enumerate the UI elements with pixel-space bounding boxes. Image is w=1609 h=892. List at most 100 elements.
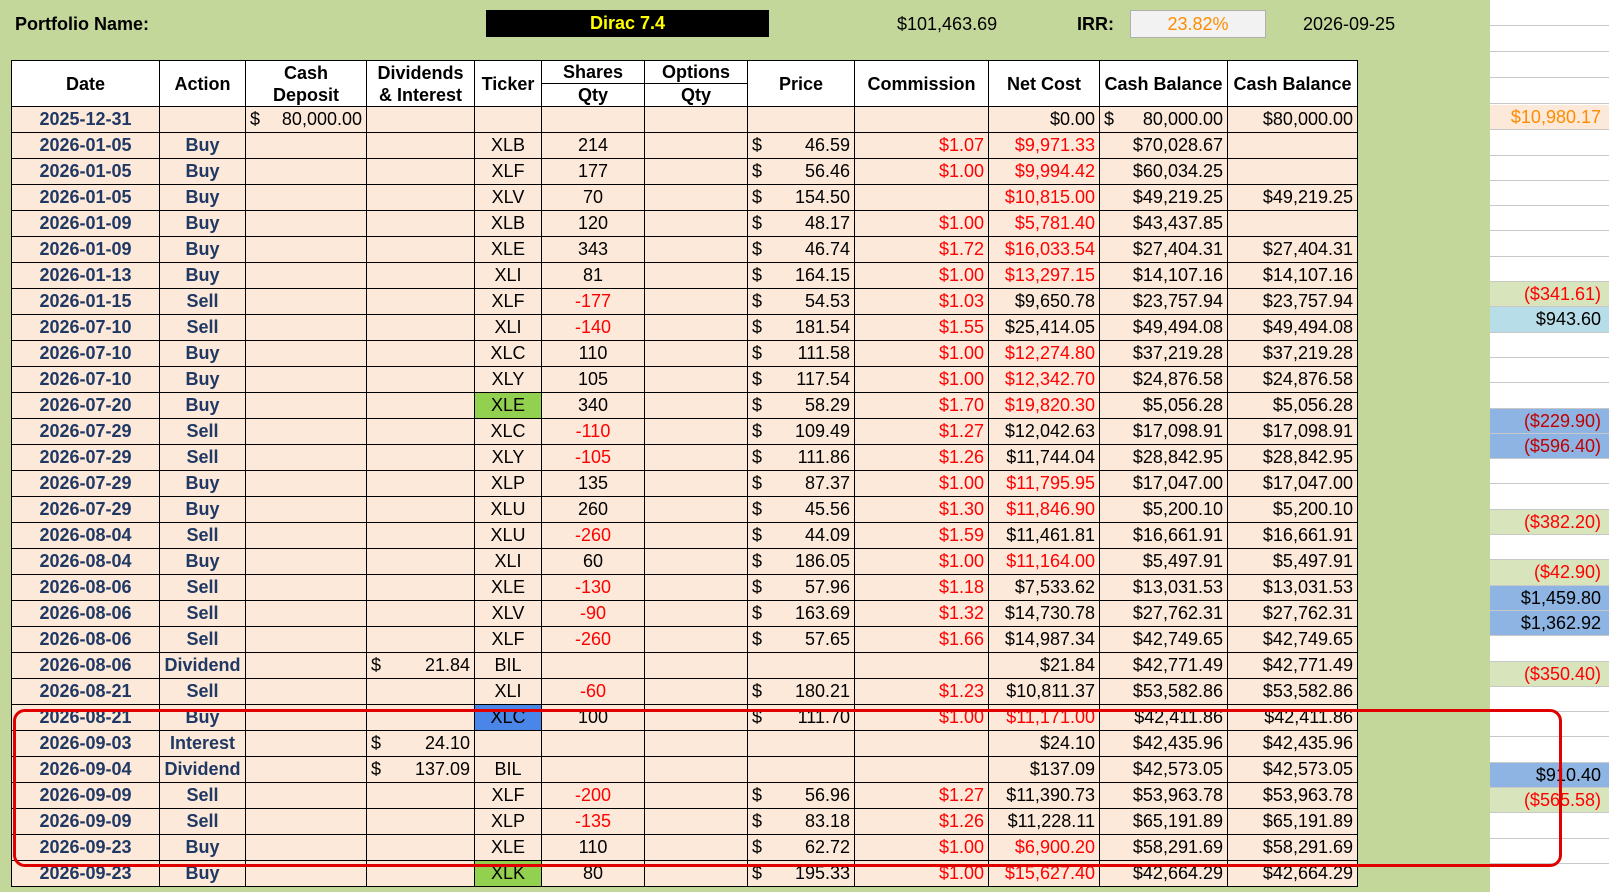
cash-balance-cell[interactable]: $53,963.78 <box>1099 782 1228 809</box>
cash-deposit-cell[interactable] <box>245 626 367 653</box>
table-row[interactable]: 2026-01-05 Buy XLF 177 $56.46 $1.00 $9,994.42 $… <box>11 158 1358 185</box>
options-qty-cell[interactable] <box>644 704 748 731</box>
cash-deposit-cell[interactable] <box>245 418 367 445</box>
ticker-cell[interactable]: BIL <box>474 756 542 783</box>
options-qty-cell[interactable] <box>644 470 748 497</box>
price-cell[interactable]: $181.54 <box>747 314 855 341</box>
table-row[interactable]: 2026-07-20 Buy XLE 340 $58.29 $1.70 $19,820.30… <box>11 392 1358 419</box>
dividends-cell[interactable]: $21.84 <box>366 652 475 679</box>
cash-balance-2-cell[interactable]: $16,661.91 <box>1227 522 1358 549</box>
portfolio-total-value[interactable]: $101,463.69 <box>897 14 997 35</box>
net-cost-cell[interactable]: $12,274.80 <box>988 340 1100 367</box>
cash-balance-2-cell[interactable]: $80,000.00 <box>1227 106 1358 133</box>
commission-cell[interactable]: $1.26 <box>854 808 989 835</box>
price-cell[interactable] <box>747 756 855 783</box>
commission-cell[interactable]: $1.23 <box>854 678 989 705</box>
cash-balance-cell[interactable]: $24,876.58 <box>1099 366 1228 393</box>
net-cost-cell[interactable]: $5,781.40 <box>988 210 1100 237</box>
cash-balance-cell[interactable]: $60,034.25 <box>1099 158 1228 185</box>
ticker-cell[interactable]: XLE <box>474 236 542 263</box>
dividends-cell[interactable] <box>366 678 475 705</box>
cash-deposit-cell[interactable] <box>245 678 367 705</box>
ticker-cell[interactable]: XLE <box>474 834 542 861</box>
net-cost-cell[interactable]: $9,971.33 <box>988 132 1100 159</box>
options-qty-cell[interactable] <box>644 678 748 705</box>
date-cell[interactable]: 2026-07-29 <box>11 444 160 471</box>
cash-balance-2-cell[interactable]: $42,411.86 <box>1227 704 1358 731</box>
column-header-action[interactable]: Action <box>159 60 246 107</box>
net-cost-cell[interactable]: $11,164.00 <box>988 548 1100 575</box>
table-row[interactable]: 2026-01-13 Buy XLI 81 $164.15 $1.00 $13,297.15… <box>11 262 1358 289</box>
options-qty-cell[interactable] <box>644 522 748 549</box>
table-row[interactable]: 2026-07-10 Buy XLC 110 $111.58 $1.00 $12,274.8… <box>11 340 1358 367</box>
action-cell[interactable]: Buy <box>159 392 246 419</box>
net-cost-cell[interactable]: $15,627.40 <box>988 860 1100 887</box>
dividends-cell[interactable] <box>366 210 475 237</box>
net-cost-cell[interactable]: $24.10 <box>988 730 1100 757</box>
price-cell[interactable]: $111.86 <box>747 444 855 471</box>
options-qty-cell[interactable] <box>644 730 748 757</box>
commission-cell[interactable] <box>854 106 989 133</box>
cash-balance-cell[interactable]: $42,411.86 <box>1099 704 1228 731</box>
commission-cell[interactable]: $1.18 <box>854 574 989 601</box>
price-cell[interactable]: $195.33 <box>747 860 855 887</box>
price-cell[interactable]: $111.58 <box>747 340 855 367</box>
options-qty-cell[interactable] <box>644 808 748 835</box>
shares-qty-cell[interactable]: 110 <box>541 834 645 861</box>
profit-loss-cell[interactable] <box>1490 257 1609 283</box>
options-qty-cell[interactable] <box>644 106 748 133</box>
action-cell[interactable]: Sell <box>159 600 246 627</box>
ticker-cell[interactable]: BIL <box>474 652 542 679</box>
net-cost-cell[interactable]: $21.84 <box>988 652 1100 679</box>
column-header-commission[interactable]: Commission <box>854 60 989 107</box>
cash-deposit-cell[interactable] <box>245 288 367 315</box>
cash-balance-2-cell[interactable]: $65,191.89 <box>1227 808 1358 835</box>
price-cell[interactable]: $163.69 <box>747 600 855 627</box>
action-cell[interactable]: Sell <box>159 574 246 601</box>
dividends-cell[interactable] <box>366 236 475 263</box>
cash-deposit-cell[interactable] <box>245 366 367 393</box>
action-cell[interactable]: Buy <box>159 366 246 393</box>
price-cell[interactable]: $46.59 <box>747 132 855 159</box>
commission-cell[interactable]: $1.00 <box>854 834 989 861</box>
action-cell[interactable]: Buy <box>159 158 246 185</box>
profit-loss-cell[interactable]: ($565.58) <box>1490 788 1609 814</box>
cash-balance-2-cell[interactable]: $14,107.16 <box>1227 262 1358 289</box>
shares-qty-cell[interactable]: 81 <box>541 262 645 289</box>
column-header-cash-balance-2[interactable]: Cash Balance <box>1227 60 1358 107</box>
price-cell[interactable]: $109.49 <box>747 418 855 445</box>
net-cost-cell[interactable]: $7,533.62 <box>988 574 1100 601</box>
dividends-cell[interactable] <box>366 288 475 315</box>
column-header-shares-qty[interactable]: Qty <box>541 83 645 107</box>
ticker-cell[interactable]: XLE <box>474 574 542 601</box>
ticker-cell[interactable]: XLI <box>474 678 542 705</box>
profit-loss-cell[interactable] <box>1490 485 1609 510</box>
net-cost-cell[interactable]: $9,994.42 <box>988 158 1100 185</box>
price-cell[interactable]: $62.72 <box>747 834 855 861</box>
cash-balance-cell[interactable]: $42,771.49 <box>1099 652 1228 679</box>
date-cell[interactable]: 2026-07-20 <box>11 392 160 419</box>
cash-balance-2-cell[interactable]: $27,404.31 <box>1227 236 1358 263</box>
ticker-cell[interactable]: XLU <box>474 496 542 523</box>
date-cell[interactable]: 2026-01-05 <box>11 184 160 211</box>
table-row[interactable]: 2026-01-15 Sell XLF -177 $54.53 $1.03 $9,650.7… <box>11 288 1358 315</box>
ticker-cell[interactable]: XLC <box>474 340 542 367</box>
table-row[interactable]: 2026-01-05 Buy XLV 70 $154.50 $10,815.00 $49,2… <box>11 184 1358 211</box>
profit-loss-cell[interactable]: $943.60 <box>1490 307 1609 333</box>
net-cost-cell[interactable]: $6,900.20 <box>988 834 1100 861</box>
action-cell[interactable]: Sell <box>159 808 246 835</box>
options-qty-cell[interactable] <box>644 496 748 523</box>
cash-balance-cell[interactable]: $49,219.25 <box>1099 184 1228 211</box>
action-cell[interactable]: Sell <box>159 678 246 705</box>
dividends-cell[interactable] <box>366 106 475 133</box>
ticker-cell[interactable]: XLB <box>474 210 542 237</box>
cash-balance-cell[interactable]: $58,291.69 <box>1099 834 1228 861</box>
shares-qty-cell[interactable]: -140 <box>541 314 645 341</box>
column-header-date[interactable]: Date <box>11 60 160 107</box>
price-cell[interactable] <box>747 652 855 679</box>
shares-qty-cell[interactable]: 110 <box>541 340 645 367</box>
table-row[interactable]: 2026-08-21 Buy XLC 100 $111.70 $1.00 $11,171.0… <box>11 704 1358 731</box>
cash-balance-cell[interactable]: $42,749.65 <box>1099 626 1228 653</box>
ticker-cell[interactable]: XLI <box>474 262 542 289</box>
table-row[interactable]: 2026-09-09 Sell XLF -200 $56.96 $1.27 $11,390.… <box>11 782 1358 809</box>
